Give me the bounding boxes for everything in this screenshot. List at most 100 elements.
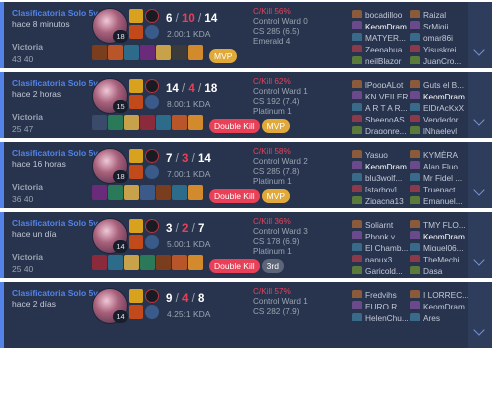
team-player[interactable]: KeomDram	[410, 298, 472, 310]
team-player[interactable]: Dasa	[410, 262, 472, 274]
team-player[interactable]: papux3	[352, 251, 414, 263]
player-name[interactable]: [starboy]	[365, 185, 397, 193]
player-name[interactable]: I LORREC...	[423, 290, 469, 298]
team-player[interactable]: lNhaelevl	[410, 122, 472, 134]
player-name[interactable]: lNhaelevl	[423, 126, 457, 134]
team-player[interactable]: KeomDram	[352, 158, 414, 170]
player-name[interactable]: Ares	[423, 313, 440, 321]
team-player[interactable]: Yasuo	[352, 146, 414, 158]
player-name[interactable]: Garicold...	[365, 266, 403, 274]
team-player[interactable]: ElDrAcKxX	[410, 99, 472, 111]
team-player[interactable]: A R T A R...	[352, 99, 414, 111]
team-player[interactable]: SheenoAS	[352, 111, 414, 123]
team-player[interactable]: Dragonre...	[352, 122, 414, 134]
player-name[interactable]: papux3	[365, 255, 392, 263]
player-name[interactable]: KeomDram	[423, 301, 465, 309]
team-player[interactable]: EURO R	[352, 298, 414, 310]
team-player[interactable]: blu3wolf...	[352, 169, 414, 181]
team-player[interactable]: Alan Fluo...	[410, 158, 472, 170]
player-name[interactable]: Alan Fluo...	[423, 161, 465, 169]
team-player[interactable]: KeomDram	[410, 228, 472, 240]
match-card[interactable]: Clasificatoria Solo 5vs5 hace 2 horas Vi…	[0, 72, 492, 138]
team-player[interactable]: neilBlazor	[352, 52, 414, 64]
player-name[interactable]: Mr Fidel ...	[423, 173, 462, 181]
player-name[interactable]: Raizal	[423, 10, 446, 18]
team-player[interactable]: TMY FLO...	[410, 216, 472, 228]
player-name[interactable]: Emanuel...	[423, 196, 463, 204]
team-player[interactable]: Truepact	[410, 181, 472, 193]
team-player[interactable]: Zeepahua	[352, 41, 414, 53]
player-name[interactable]: SheenoAS	[365, 115, 405, 123]
team-player[interactable]: Zipacna13	[352, 192, 414, 204]
player-name[interactable]: Zipacna13	[365, 196, 404, 204]
player-name[interactable]: Dasa	[423, 266, 442, 274]
team-player[interactable]: El Chamb...	[352, 239, 414, 251]
player-name[interactable]: TMY FLO...	[423, 220, 466, 228]
player-name[interactable]: KYMÈRA	[423, 150, 458, 158]
player-name[interactable]: neilBlazor	[365, 56, 401, 64]
team-player[interactable]: Fredyjhs	[352, 286, 414, 298]
team-player[interactable]: HelenChu...	[352, 309, 414, 321]
player-name[interactable]: KeomDram	[423, 231, 465, 239]
player-name[interactable]: lPoopALot	[365, 80, 403, 88]
team-player[interactable]: TheMechi	[410, 251, 472, 263]
match-card[interactable]: Clasificatoria Solo 5vs5 hace 16 horas V…	[0, 142, 492, 208]
player-name[interactable]: KeomDram	[423, 91, 465, 99]
team-player[interactable]: [starboy]	[352, 181, 414, 193]
match-card[interactable]: Clasificatoria Solo 5vs5 hace 2 días 14 …	[0, 282, 492, 348]
player-name[interactable]: HelenChu...	[365, 313, 409, 321]
match-card[interactable]: Clasificatoria Solo 5vs5 hace un día Vic…	[0, 212, 492, 278]
player-name[interactable]: MATYER...	[365, 33, 406, 41]
team-player[interactable]: KeomDram	[410, 88, 472, 100]
team-player[interactable]: omar86i	[410, 29, 472, 41]
team-player[interactable]: MATYER...	[352, 29, 414, 41]
player-name[interactable]: omar86i	[423, 33, 453, 41]
team-player[interactable]: SrMigii	[410, 18, 472, 30]
team-player[interactable]: Raizal	[410, 6, 472, 18]
expand-button[interactable]	[468, 282, 492, 348]
player-name[interactable]: Guts el B...	[423, 80, 464, 88]
expand-button[interactable]	[468, 2, 492, 68]
team-player[interactable]: Vendedor...	[410, 111, 472, 123]
expand-button[interactable]	[468, 72, 492, 138]
expand-button[interactable]	[468, 212, 492, 278]
team-player[interactable]: bocadilloo	[352, 6, 414, 18]
player-name[interactable]: SrMigii	[423, 21, 448, 29]
player-name[interactable]: Fredyjhs	[365, 290, 397, 298]
player-name[interactable]: Zeepahua	[365, 45, 402, 53]
match-card[interactable]: Clasificatoria Solo 5vs5 hace 8 minutos …	[0, 2, 492, 68]
player-name[interactable]: Dragonre...	[365, 126, 407, 134]
player-name[interactable]: Yasuo	[365, 150, 388, 158]
player-name[interactable]: Phonk y ...	[365, 231, 404, 239]
player-name[interactable]: A R T A R...	[365, 103, 408, 111]
player-name[interactable]: Vendedor...	[423, 115, 465, 123]
team-player[interactable]: Mr Fidel ...	[410, 169, 472, 181]
player-name[interactable]: KN VEILER	[365, 91, 408, 99]
team-player[interactable]: Yisuskrei...	[410, 41, 472, 53]
player-name[interactable]: Truepact	[423, 185, 455, 193]
player-name[interactable]: blu3wolf...	[365, 173, 402, 181]
player-name[interactable]: ElDrAcKxX	[423, 103, 464, 111]
player-name[interactable]: Miguel06...	[423, 243, 464, 251]
team-player[interactable]: I LORREC...	[410, 286, 472, 298]
player-name[interactable]: TheMechi	[423, 255, 459, 263]
player-name[interactable]: Soljarnt	[365, 220, 393, 228]
player-name[interactable]: JuanCro...	[423, 56, 461, 64]
team-player[interactable]: Ares	[410, 309, 472, 321]
team-player[interactable]: Emanuel...	[410, 192, 472, 204]
expand-button[interactable]	[468, 142, 492, 208]
player-name[interactable]: bocadilloo	[365, 10, 402, 18]
team-player[interactable]: JuanCro...	[410, 52, 472, 64]
team-player[interactable]: Guts el B...	[410, 76, 472, 88]
team-player[interactable]: Miguel06...	[410, 239, 472, 251]
team-player[interactable]: KeomDram	[352, 18, 414, 30]
team-player[interactable]: Soljarnt	[352, 216, 414, 228]
team-player[interactable]: lPoopALot	[352, 76, 414, 88]
team-player[interactable]: Garicold...	[352, 262, 414, 274]
team-player[interactable]: KN VEILER	[352, 88, 414, 100]
player-name[interactable]: KeomDram	[365, 161, 407, 169]
player-name[interactable]: EURO R	[365, 301, 397, 309]
player-name[interactable]: KeomDram	[365, 21, 407, 29]
team-player[interactable]: KYMÈRA	[410, 146, 472, 158]
team-player[interactable]: Phonk y ...	[352, 228, 414, 240]
